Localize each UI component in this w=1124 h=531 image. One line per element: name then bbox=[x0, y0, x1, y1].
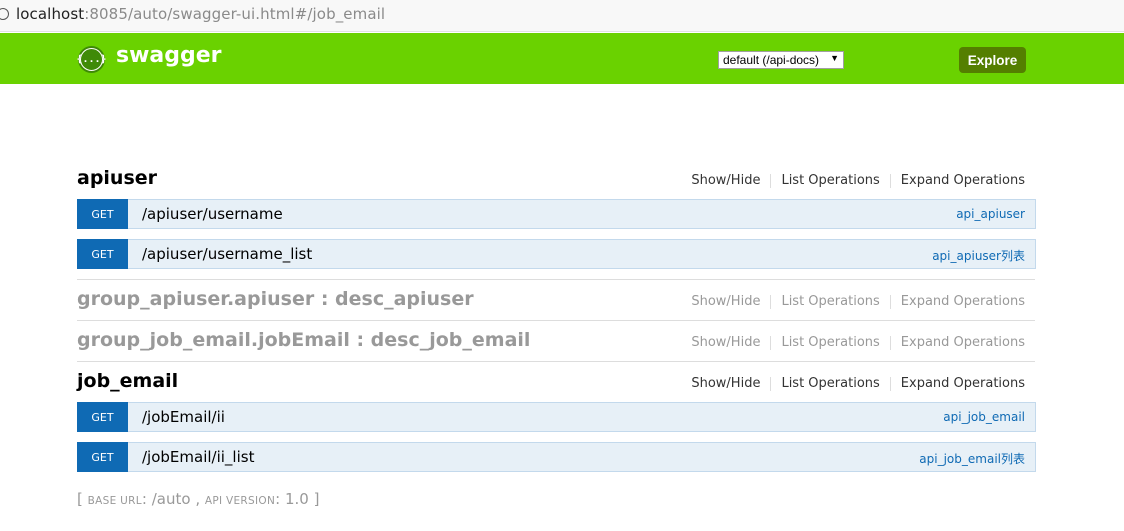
operation-summary[interactable]: api_job_email bbox=[943, 410, 1025, 424]
list-operations-link[interactable]: List Operations bbox=[771, 336, 891, 350]
browser-url-bar[interactable]: localhost:8085/auto/swagger-ui.html#/job… bbox=[0, 0, 1124, 32]
resource-divider bbox=[77, 320, 1035, 321]
site-info-icon[interactable] bbox=[0, 8, 9, 20]
resource-links-apiuser: Show/Hide List Operations Expand Operati… bbox=[681, 174, 1025, 188]
api-info-footer: [ base url: /auto , api version: 1.0 ] bbox=[77, 490, 319, 508]
expand-operations-link[interactable]: Expand Operations bbox=[891, 174, 1025, 188]
url-path: :8085/auto/swagger-ui.html#/job_email bbox=[84, 5, 386, 23]
resource-title-apiuser[interactable]: apiuser bbox=[77, 167, 157, 189]
list-operations-link[interactable]: List Operations bbox=[771, 295, 891, 309]
expand-operations-link[interactable]: Expand Operations bbox=[891, 377, 1025, 391]
api-version-value: 1.0 bbox=[284, 490, 309, 508]
operation-path[interactable]: /apiuser/username_list bbox=[142, 245, 312, 263]
http-method-badge[interactable]: GET bbox=[77, 239, 128, 269]
operation-get-apiuser-username[interactable]: GET /apiuser/username api_apiuser bbox=[77, 199, 1036, 229]
operation-path[interactable]: /jobEmail/ii bbox=[142, 408, 225, 426]
swagger-logo-text[interactable]: swagger bbox=[116, 43, 222, 68]
operation-summary[interactable]: api_apiuser列表 bbox=[932, 247, 1025, 264]
resource-title-group-apiuser[interactable]: group_apiuser.apiuser : desc_apiuser bbox=[77, 288, 474, 310]
resource-links-group-job-email: Show/Hide List Operations Expand Operati… bbox=[681, 336, 1025, 350]
operation-summary[interactable]: api_apiuser bbox=[956, 207, 1025, 221]
dropdown-caret-icon: ▼ bbox=[830, 53, 839, 63]
footer-comma: , bbox=[190, 490, 205, 508]
resource-divider bbox=[77, 279, 1035, 280]
resource-divider bbox=[77, 361, 1035, 362]
resource-title-job-email[interactable]: job_email bbox=[77, 370, 178, 392]
show-hide-link[interactable]: Show/Hide bbox=[681, 336, 772, 350]
url-text[interactable]: localhost:8085/auto/swagger-ui.html#/job… bbox=[16, 5, 385, 23]
operation-summary[interactable]: api_job_email列表 bbox=[919, 450, 1025, 467]
resource-title-group-job-email[interactable]: group_job_email.jobEmail : desc_job_emai… bbox=[77, 329, 530, 351]
list-operations-link[interactable]: List Operations bbox=[771, 174, 891, 188]
base-url-label: base url bbox=[87, 495, 142, 507]
operation-path[interactable]: /apiuser/username bbox=[142, 205, 283, 223]
api-version-label: api version bbox=[204, 495, 276, 507]
http-method-badge[interactable]: GET bbox=[77, 402, 128, 432]
url-host: localhost bbox=[16, 5, 85, 23]
operation-get-jobemail-ii[interactable]: GET /jobEmail/ii api_job_email bbox=[77, 402, 1036, 432]
api-spec-select-value: default (/api-docs) bbox=[723, 53, 820, 67]
expand-operations-link[interactable]: Expand Operations bbox=[891, 336, 1025, 350]
footer-colon: : bbox=[141, 490, 152, 508]
list-operations-link[interactable]: List Operations bbox=[771, 377, 891, 391]
http-method-badge[interactable]: GET bbox=[77, 442, 128, 472]
logo-glyph: {...} bbox=[76, 54, 107, 65]
explore-button[interactable]: Explore bbox=[959, 47, 1026, 73]
show-hide-link[interactable]: Show/Hide bbox=[681, 174, 772, 188]
resource-links-group-apiuser: Show/Hide List Operations Expand Operati… bbox=[681, 295, 1025, 309]
footer-colon: : bbox=[275, 490, 285, 508]
operation-get-jobemail-ii-list[interactable]: GET /jobEmail/ii_list api_job_email列表 bbox=[77, 442, 1036, 472]
operation-path[interactable]: /jobEmail/ii_list bbox=[142, 448, 254, 466]
api-spec-select[interactable]: default (/api-docs) ▼ bbox=[718, 51, 844, 69]
swagger-logo-icon[interactable]: {...} bbox=[76, 46, 107, 73]
operation-get-apiuser-username-list[interactable]: GET /apiuser/username_list api_apiuser列表 bbox=[77, 239, 1036, 269]
footer-open-bracket: [ bbox=[77, 490, 83, 508]
resource-links-job-email: Show/Hide List Operations Expand Operati… bbox=[681, 377, 1025, 391]
show-hide-link[interactable]: Show/Hide bbox=[681, 377, 772, 391]
footer-close-bracket: ] bbox=[313, 490, 320, 508]
http-method-badge[interactable]: GET bbox=[77, 199, 128, 229]
show-hide-link[interactable]: Show/Hide bbox=[681, 295, 772, 309]
expand-operations-link[interactable]: Expand Operations bbox=[891, 295, 1025, 309]
base-url-value: /auto bbox=[151, 490, 191, 508]
